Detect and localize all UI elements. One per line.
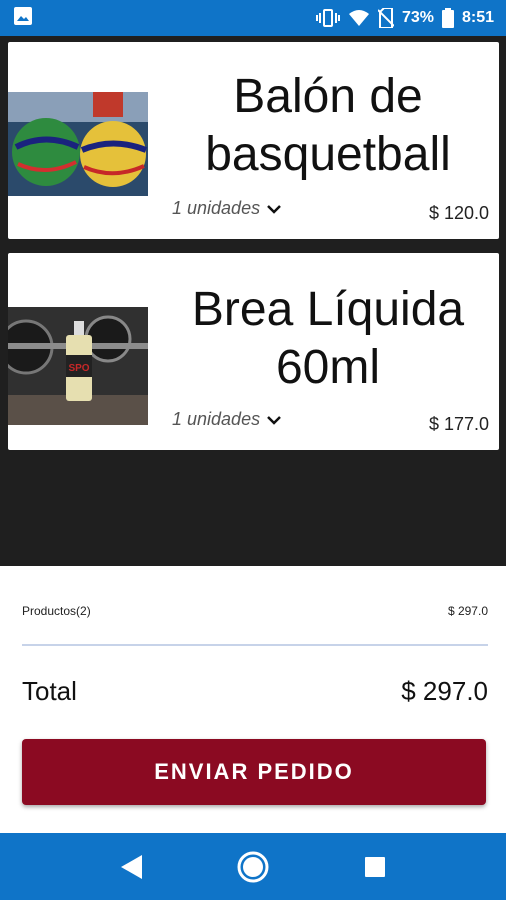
send-order-button[interactable]: ENVIAR PEDIDO bbox=[22, 739, 486, 805]
image-notification-icon bbox=[12, 5, 34, 32]
quantity-label: 1 unidades bbox=[172, 409, 261, 429]
total-label: Total bbox=[22, 676, 77, 706]
home-icon[interactable] bbox=[229, 843, 277, 891]
wifi-icon bbox=[348, 9, 370, 27]
cart-item[interactable]: SPO Brea Líquida 60ml 1 unidades $ 177.0 bbox=[8, 253, 499, 450]
cart-item[interactable]: Balón de basquetball 1 unidades $ 120.0 bbox=[8, 42, 499, 239]
product-name: Balón de basquetball bbox=[205, 70, 451, 181]
divider bbox=[22, 644, 488, 646]
total-row: Total $ 297.0 bbox=[22, 676, 488, 707]
navigation-bar bbox=[0, 833, 506, 900]
status-bar: 73% 8:51 bbox=[0, 0, 506, 36]
chevron-down-icon bbox=[266, 409, 282, 430]
cart-list: Balón de basquetball 1 unidades $ 120.0 … bbox=[0, 36, 506, 566]
recents-icon[interactable] bbox=[351, 843, 399, 891]
no-sim-icon bbox=[377, 8, 394, 28]
products-row: Productos(2) $ 297.0 bbox=[22, 604, 488, 618]
vibrate-icon bbox=[315, 8, 340, 28]
product-name: Brea Líquida 60ml bbox=[191, 283, 465, 394]
svg-text:SPO: SPO bbox=[68, 363, 89, 374]
status-right: 73% 8:51 bbox=[315, 8, 494, 28]
products-amount: $ 297.0 bbox=[447, 604, 488, 618]
quantity-label: 1 unidades bbox=[172, 198, 261, 218]
quantity-selector[interactable]: 1 unidades bbox=[172, 198, 282, 219]
product-image bbox=[8, 92, 148, 196]
back-icon[interactable] bbox=[107, 843, 155, 891]
products-label: Productos(2) bbox=[22, 604, 91, 618]
total-amount: $ 297.0 bbox=[401, 676, 488, 706]
item-price: $ 120.0 bbox=[428, 203, 489, 223]
battery-icon bbox=[441, 8, 454, 28]
product-image: SPO bbox=[8, 307, 148, 425]
status-left bbox=[12, 5, 34, 32]
battery-percent: 73% bbox=[401, 9, 434, 26]
item-price: $ 177.0 bbox=[428, 414, 489, 434]
clock: 8:51 bbox=[461, 9, 494, 26]
chevron-down-icon bbox=[266, 198, 282, 219]
quantity-selector[interactable]: 1 unidades bbox=[172, 409, 282, 430]
order-summary: Productos(2) $ 297.0 Total $ 297.0 ENVIA… bbox=[0, 566, 506, 833]
